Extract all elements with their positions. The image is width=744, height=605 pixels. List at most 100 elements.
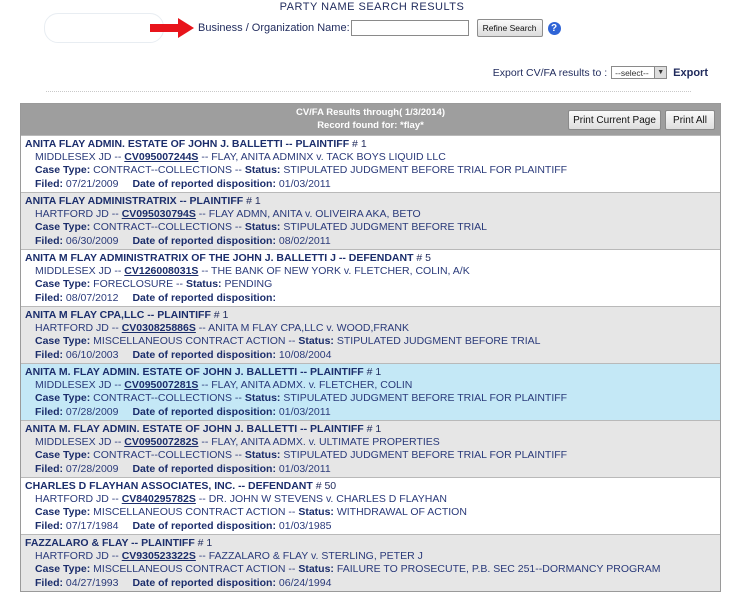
filed-label: Filed: <box>35 348 63 361</box>
court-name: MIDDLESEX JD -- <box>35 436 125 449</box>
record-dates-line: Filed: 07/28/2009 Date of reported dispos… <box>25 406 720 419</box>
result-record: CHARLES D FLAYHAN ASSOCIATES, INC. -- DE… <box>21 477 720 534</box>
status-value: FAILURE TO PROSECUTE, P.B. SEC 251--DORM… <box>333 563 661 576</box>
record-case-line: HARTFORD JD -- CV840295782S -- DR. JOHN … <box>25 493 720 506</box>
record-case-line: HARTFORD JD -- CV095030794S -- FLAY ADMN… <box>25 208 720 221</box>
record-case-line: MIDDLESEX JD -- CV095007244S -- FLAY, AN… <box>25 151 720 164</box>
record-case-line: HARTFORD JD -- CV930523322S -- FAZZALARO… <box>25 550 720 563</box>
status-value: PENDING <box>221 278 273 291</box>
docket-link[interactable]: CV030825886S <box>122 322 196 334</box>
export-row: Export CV/FA results to : --select-- ▼ E… <box>493 66 708 79</box>
court-name: HARTFORD JD -- <box>35 208 122 221</box>
court-name: HARTFORD JD -- <box>35 322 122 335</box>
case-caption: -- FLAY, ANITA ADMINX v. TACK BOYS LIQUI… <box>198 151 446 164</box>
help-icon[interactable]: ? <box>547 21 561 35</box>
export-link[interactable]: Export <box>673 67 708 79</box>
court-name: MIDDLESEX JD -- <box>35 379 125 392</box>
case-caption: -- THE BANK OF NEW YORK v. FLETCHER, COL… <box>198 265 470 278</box>
status-value: WITHDRAWAL OF ACTION <box>333 506 467 519</box>
party-name: ANITA FLAY ADMINISTRATRIX -- PLAINTIFF <box>25 195 244 207</box>
court-name: HARTFORD JD -- <box>35 550 122 563</box>
filed-label: Filed: <box>35 519 63 532</box>
export-label: Export CV/FA results to : <box>492 66 608 79</box>
docket-link[interactable]: CV095007282S <box>124 436 198 448</box>
disposition-label: Date of reported disposition: <box>132 576 276 589</box>
party-number: # 1 <box>349 138 367 150</box>
docket-link[interactable]: CV930523322S <box>122 550 196 562</box>
record-party-line: CHARLES D FLAYHAN ASSOCIATES, INC. -- DE… <box>25 480 720 493</box>
case-type-label: Case Type: <box>35 278 91 291</box>
case-type-value: CONTRACT--COLLECTIONS -- <box>90 221 245 234</box>
result-record: ANITA FLAY ADMIN. ESTATE OF JOHN J. BALL… <box>21 135 720 192</box>
record-type-line: Case Type: CONTRACT--COLLECTIONS -- Stat… <box>25 164 720 177</box>
record-case-line: MIDDLESEX JD -- CV126008031S -- THE BANK… <box>25 265 720 278</box>
disposition-label: Date of reported disposition: <box>132 291 276 304</box>
results-panel: CV/FA Results through( 1/3/2014) Record … <box>20 103 721 592</box>
disposition-date: 01/03/2011 <box>275 405 331 418</box>
disposition-label: Date of reported disposition: <box>132 405 276 418</box>
status-label: Status: <box>244 221 281 234</box>
record-type-line: Case Type: MISCELLANEOUS CONTRACT ACTION… <box>25 563 720 576</box>
party-number: # 1 <box>363 366 382 378</box>
results-list: ANITA FLAY ADMIN. ESTATE OF JOHN J. BALL… <box>21 135 720 591</box>
record-type-line: Case Type: CONTRACT--COLLECTIONS -- Stat… <box>25 449 720 462</box>
record-party-line: ANITA M. FLAY ADMIN. ESTATE OF JOHN J. B… <box>25 423 720 436</box>
filed-date: 07/21/2009 <box>63 177 119 190</box>
filed-date: 07/17/1984 <box>63 519 119 532</box>
party-name: ANITA FLAY ADMIN. ESTATE OF JOHN J. BALL… <box>25 138 350 150</box>
party-number: # 1 <box>194 537 213 549</box>
business-name-input[interactable] <box>350 20 469 36</box>
business-name-label: Business / Organization Name: <box>198 22 350 34</box>
record-party-line: ANITA M FLAY CPA,LLC -- PLAINTIFF # 1 <box>25 309 720 322</box>
record-dates-line: Filed: 07/21/2009 Date of reported dispos… <box>25 178 720 191</box>
case-type-value: FORECLOSURE -- <box>90 278 186 291</box>
filed-label: Filed: <box>35 234 63 247</box>
docket-link[interactable]: CV095007281S <box>124 379 198 391</box>
filed-label: Filed: <box>35 177 63 190</box>
record-case-line: MIDDLESEX JD -- CV095007281S -- FLAY, AN… <box>25 379 720 392</box>
disposition-date: 01/03/2011 <box>275 177 331 190</box>
status-label: Status: <box>185 278 222 291</box>
chevron-down-icon[interactable]: ▼ <box>654 67 667 78</box>
filed-date: 07/28/2009 <box>63 405 119 418</box>
result-record: ANITA FLAY ADMINISTRATRIX -- PLAINTIFF #… <box>21 192 720 249</box>
disposition-label: Date of reported disposition: <box>132 234 276 247</box>
print-current-page-button[interactable]: Print Current Page <box>568 110 661 130</box>
disposition-label: Date of reported disposition: <box>132 348 276 361</box>
record-case-line: HARTFORD JD -- CV030825886S -- ANITA M F… <box>25 322 720 335</box>
search-row: Business / Organization Name: Refine Sea… <box>150 18 561 38</box>
status-value: STIPULATED JUDGMENT BEFORE TRIAL <box>280 221 487 234</box>
record-type-line: Case Type: FORECLOSURE -- Status: PENDIN… <box>25 278 720 291</box>
result-record: ANITA M. FLAY ADMIN. ESTATE OF JOHN J. B… <box>21 363 720 420</box>
case-type-label: Case Type: <box>35 392 91 405</box>
docket-link[interactable]: CV095030794S <box>122 208 196 220</box>
disposition-label: Date of reported disposition: <box>132 177 276 190</box>
disposition-date: 01/03/1985 <box>275 519 332 532</box>
record-dates-line: Filed: 07/17/1984 Date of reported dispos… <box>25 520 720 533</box>
record-dates-line: Filed: 06/30/2009 Date of reported dispos… <box>25 235 720 248</box>
case-type-value: MISCELLANEOUS CONTRACT ACTION -- <box>90 563 299 576</box>
status-label: Status: <box>298 335 334 348</box>
docket-link[interactable]: CV840295782S <box>122 493 196 505</box>
export-format-select[interactable]: --select-- ▼ <box>611 66 668 79</box>
print-all-button[interactable]: Print All <box>665 110 715 130</box>
record-dates-line: Filed: 07/28/2009 Date of reported dispos… <box>25 463 720 476</box>
filed-label: Filed: <box>35 405 63 418</box>
party-name: FAZZALARO & FLAY -- PLAINTIFF <box>25 537 195 549</box>
docket-link[interactable]: CV126008031S <box>124 265 198 277</box>
case-type-label: Case Type: <box>35 335 91 348</box>
case-caption: -- ANITA M FLAY CPA,LLC v. WOOD,FRANK <box>195 322 410 335</box>
case-type-value: MISCELLANEOUS CONTRACT ACTION -- <box>90 506 299 519</box>
page-title: PARTY NAME SEARCH RESULTS <box>279 1 465 13</box>
filed-label: Filed: <box>35 576 63 589</box>
status-label: Status: <box>298 563 334 576</box>
record-type-line: Case Type: CONTRACT--COLLECTIONS -- Stat… <box>25 221 720 234</box>
status-value: STIPULATED JUDGMENT BEFORE TRIAL FOR PLA… <box>280 449 568 462</box>
result-record: ANITA M. FLAY ADMIN. ESTATE OF JOHN J. B… <box>21 420 720 477</box>
case-type-label: Case Type: <box>35 563 91 576</box>
case-type-label: Case Type: <box>35 449 91 462</box>
docket-link[interactable]: CV095007244S <box>124 151 198 163</box>
filed-date: 08/07/2012 <box>63 291 119 304</box>
record-party-line: ANITA FLAY ADMINISTRATRIX -- PLAINTIFF #… <box>25 195 720 208</box>
refine-search-button[interactable]: Refine Search <box>476 19 543 37</box>
